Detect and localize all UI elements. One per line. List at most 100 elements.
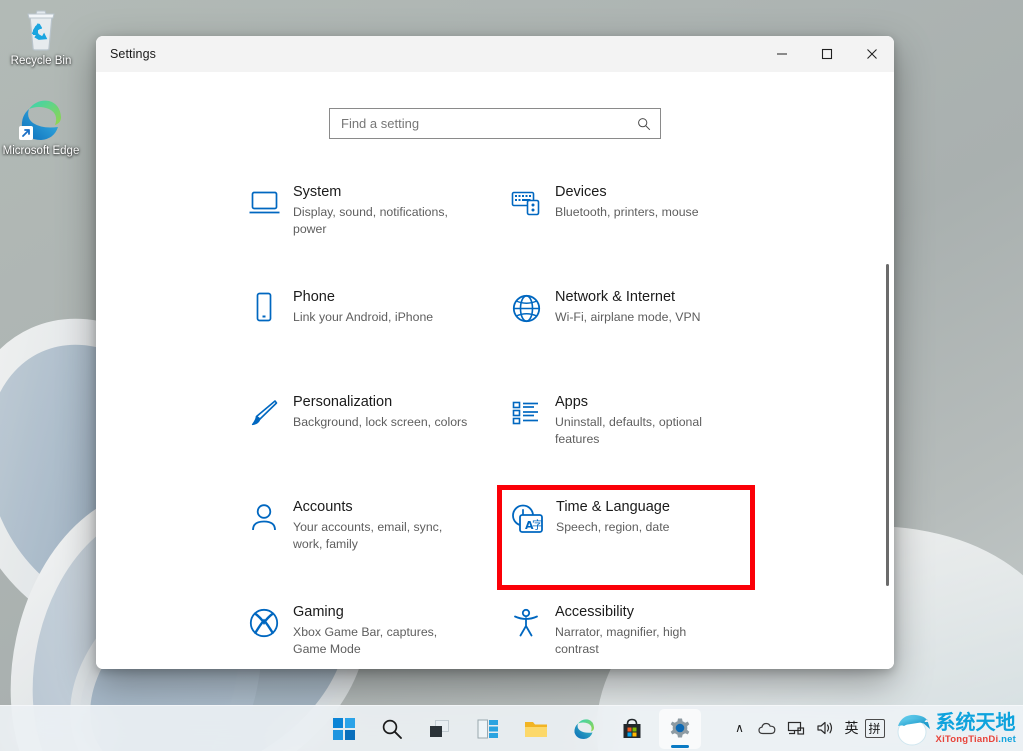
window-titlebar[interactable]: Settings xyxy=(96,36,894,72)
windows-logo-icon xyxy=(333,718,355,740)
tile-description: Your accounts, email, sync, work, family xyxy=(293,519,471,553)
taskbar-center-group xyxy=(320,709,704,749)
clock-language-icon: A 字 xyxy=(504,497,550,539)
tile-text: Accounts Your accounts, email, sync, wor… xyxy=(287,496,471,553)
tile-text: Phone Link your Android, iPhone xyxy=(287,286,433,326)
tile-text: Devices Bluetooth, printers, mouse xyxy=(549,181,699,221)
site-watermark: 系统天地 XiTongTianDi.net xyxy=(894,710,1016,746)
search-icon xyxy=(381,718,403,740)
task-view-icon xyxy=(428,718,452,740)
chevron-up-icon: ∧ xyxy=(735,721,744,735)
person-icon xyxy=(241,497,287,539)
vertical-scrollbar[interactable] xyxy=(886,264,889,586)
ime-pinyin-indicator[interactable]: 拼 xyxy=(865,719,885,738)
tile-description: Link your Android, iPhone xyxy=(293,309,433,326)
paintbrush-icon xyxy=(241,392,287,434)
list-icon xyxy=(503,392,549,434)
file-explorer-button[interactable] xyxy=(515,709,557,749)
devices-icon xyxy=(503,182,549,224)
watermark-en: XiTongTianDi.net xyxy=(936,735,1016,745)
gear-icon xyxy=(668,717,692,741)
edge-icon xyxy=(572,717,596,741)
settings-tile-personalization[interactable]: Personalization Background, lock screen,… xyxy=(235,380,497,485)
folder-icon xyxy=(524,718,548,740)
maximize-button[interactable] xyxy=(804,36,849,72)
widgets-button[interactable] xyxy=(467,709,509,749)
tile-text: Time & Language Speech, region, date xyxy=(550,496,670,536)
tile-description: Display, sound, notifications, power xyxy=(293,204,471,238)
tile-description: Speech, region, date xyxy=(556,519,670,536)
watermark-text: 系统天地 XiTongTianDi.net xyxy=(936,712,1016,745)
tile-text: Apps Uninstall, defaults, optional featu… xyxy=(549,391,733,448)
desktop-icon-recycle-bin[interactable]: Recycle Bin xyxy=(0,6,82,68)
tile-label: Gaming xyxy=(293,603,471,622)
edge-icon xyxy=(0,96,82,144)
search-box[interactable] xyxy=(329,108,661,139)
search-taskbar-button[interactable] xyxy=(371,709,413,749)
volume-icon[interactable] xyxy=(811,713,839,743)
tile-description: Xbox Game Bar, captures, Game Mode xyxy=(293,624,471,658)
search-input[interactable] xyxy=(341,116,637,131)
xbox-icon xyxy=(241,602,287,644)
tile-description: Uninstall, defaults, optional features xyxy=(555,414,733,448)
svg-text:字: 字 xyxy=(532,518,543,532)
widgets-icon xyxy=(476,718,500,740)
ime-language-indicator[interactable]: 英 xyxy=(840,713,864,743)
settings-tile-system[interactable]: System Display, sound, notifications, po… xyxy=(235,170,497,275)
store-icon xyxy=(621,718,643,740)
tile-label: Network & Internet xyxy=(555,288,701,307)
tile-description: Narrator, magnifier, high contrast xyxy=(555,624,733,658)
desktop: Recycle Bin xyxy=(0,0,1023,751)
tile-label: Accessibility xyxy=(555,603,733,622)
tile-label: Accounts xyxy=(293,498,471,517)
tile-text: System Display, sound, notifications, po… xyxy=(287,181,471,238)
tile-text: Gaming Xbox Game Bar, captures, Game Mod… xyxy=(287,601,471,658)
settings-tile-network-internet[interactable]: Network & Internet Wi-Fi, airplane mode,… xyxy=(497,275,755,380)
settings-grid: System Display, sound, notifications, po… xyxy=(235,170,755,669)
tile-text: Personalization Background, lock screen,… xyxy=(287,391,467,431)
watermark-logo-icon xyxy=(894,710,932,746)
start-button[interactable] xyxy=(323,709,365,749)
settings-body: System Display, sound, notifications, po… xyxy=(96,72,894,669)
onedrive-icon[interactable] xyxy=(753,713,781,743)
window-title: Settings xyxy=(96,47,156,61)
system-tray: ∧ 英 xyxy=(728,705,1019,751)
tile-label: Personalization xyxy=(293,393,467,412)
tile-label: System xyxy=(293,183,471,202)
globe-icon xyxy=(503,287,549,329)
monitor-icon xyxy=(241,182,287,224)
phone-icon xyxy=(241,287,287,329)
microsoft-store-button[interactable] xyxy=(611,709,653,749)
recycle-bin-icon xyxy=(0,6,82,54)
settings-tile-phone[interactable]: Phone Link your Android, iPhone xyxy=(235,275,497,380)
settings-tile-time-language[interactable]: A 字 Time & Language Speech, region, date xyxy=(497,485,755,590)
taskbar: ∧ 英 xyxy=(0,705,1023,751)
show-hidden-icons-button[interactable]: ∧ xyxy=(728,713,752,743)
task-view-button[interactable] xyxy=(419,709,461,749)
edge-taskbar-button[interactable] xyxy=(563,709,605,749)
tile-label: Phone xyxy=(293,288,433,307)
minimize-button[interactable] xyxy=(759,36,804,72)
tile-text: Accessibility Narrator, magnifier, high … xyxy=(549,601,733,658)
search-icon xyxy=(637,117,651,131)
tile-description: Bluetooth, printers, mouse xyxy=(555,204,699,221)
settings-tile-gaming[interactable]: Gaming Xbox Game Bar, captures, Game Mod… xyxy=(235,590,497,669)
settings-tile-devices[interactable]: Devices Bluetooth, printers, mouse xyxy=(497,170,755,275)
settings-tile-apps[interactable]: Apps Uninstall, defaults, optional featu… xyxy=(497,380,755,485)
close-button[interactable] xyxy=(849,36,894,72)
desktop-icon-microsoft-edge[interactable]: Microsoft Edge xyxy=(0,96,82,158)
tile-text: Network & Internet Wi-Fi, airplane mode,… xyxy=(549,286,701,326)
search-row xyxy=(96,72,894,139)
network-icon[interactable] xyxy=(782,713,810,743)
settings-tile-accessibility[interactable]: Accessibility Narrator, magnifier, high … xyxy=(497,590,755,669)
accessibility-icon xyxy=(503,602,549,644)
settings-tile-accounts[interactable]: Accounts Your accounts, email, sync, wor… xyxy=(235,485,497,590)
desktop-icon-label: Microsoft Edge xyxy=(3,145,80,157)
tile-description: Background, lock screen, colors xyxy=(293,414,467,431)
tile-label: Apps xyxy=(555,393,733,412)
desktop-icon-label: Recycle Bin xyxy=(11,55,72,67)
watermark-cn: 系统天地 xyxy=(936,712,1016,732)
tile-label: Time & Language xyxy=(556,498,670,517)
tile-label: Devices xyxy=(555,183,699,202)
settings-taskbar-button[interactable] xyxy=(659,709,701,749)
